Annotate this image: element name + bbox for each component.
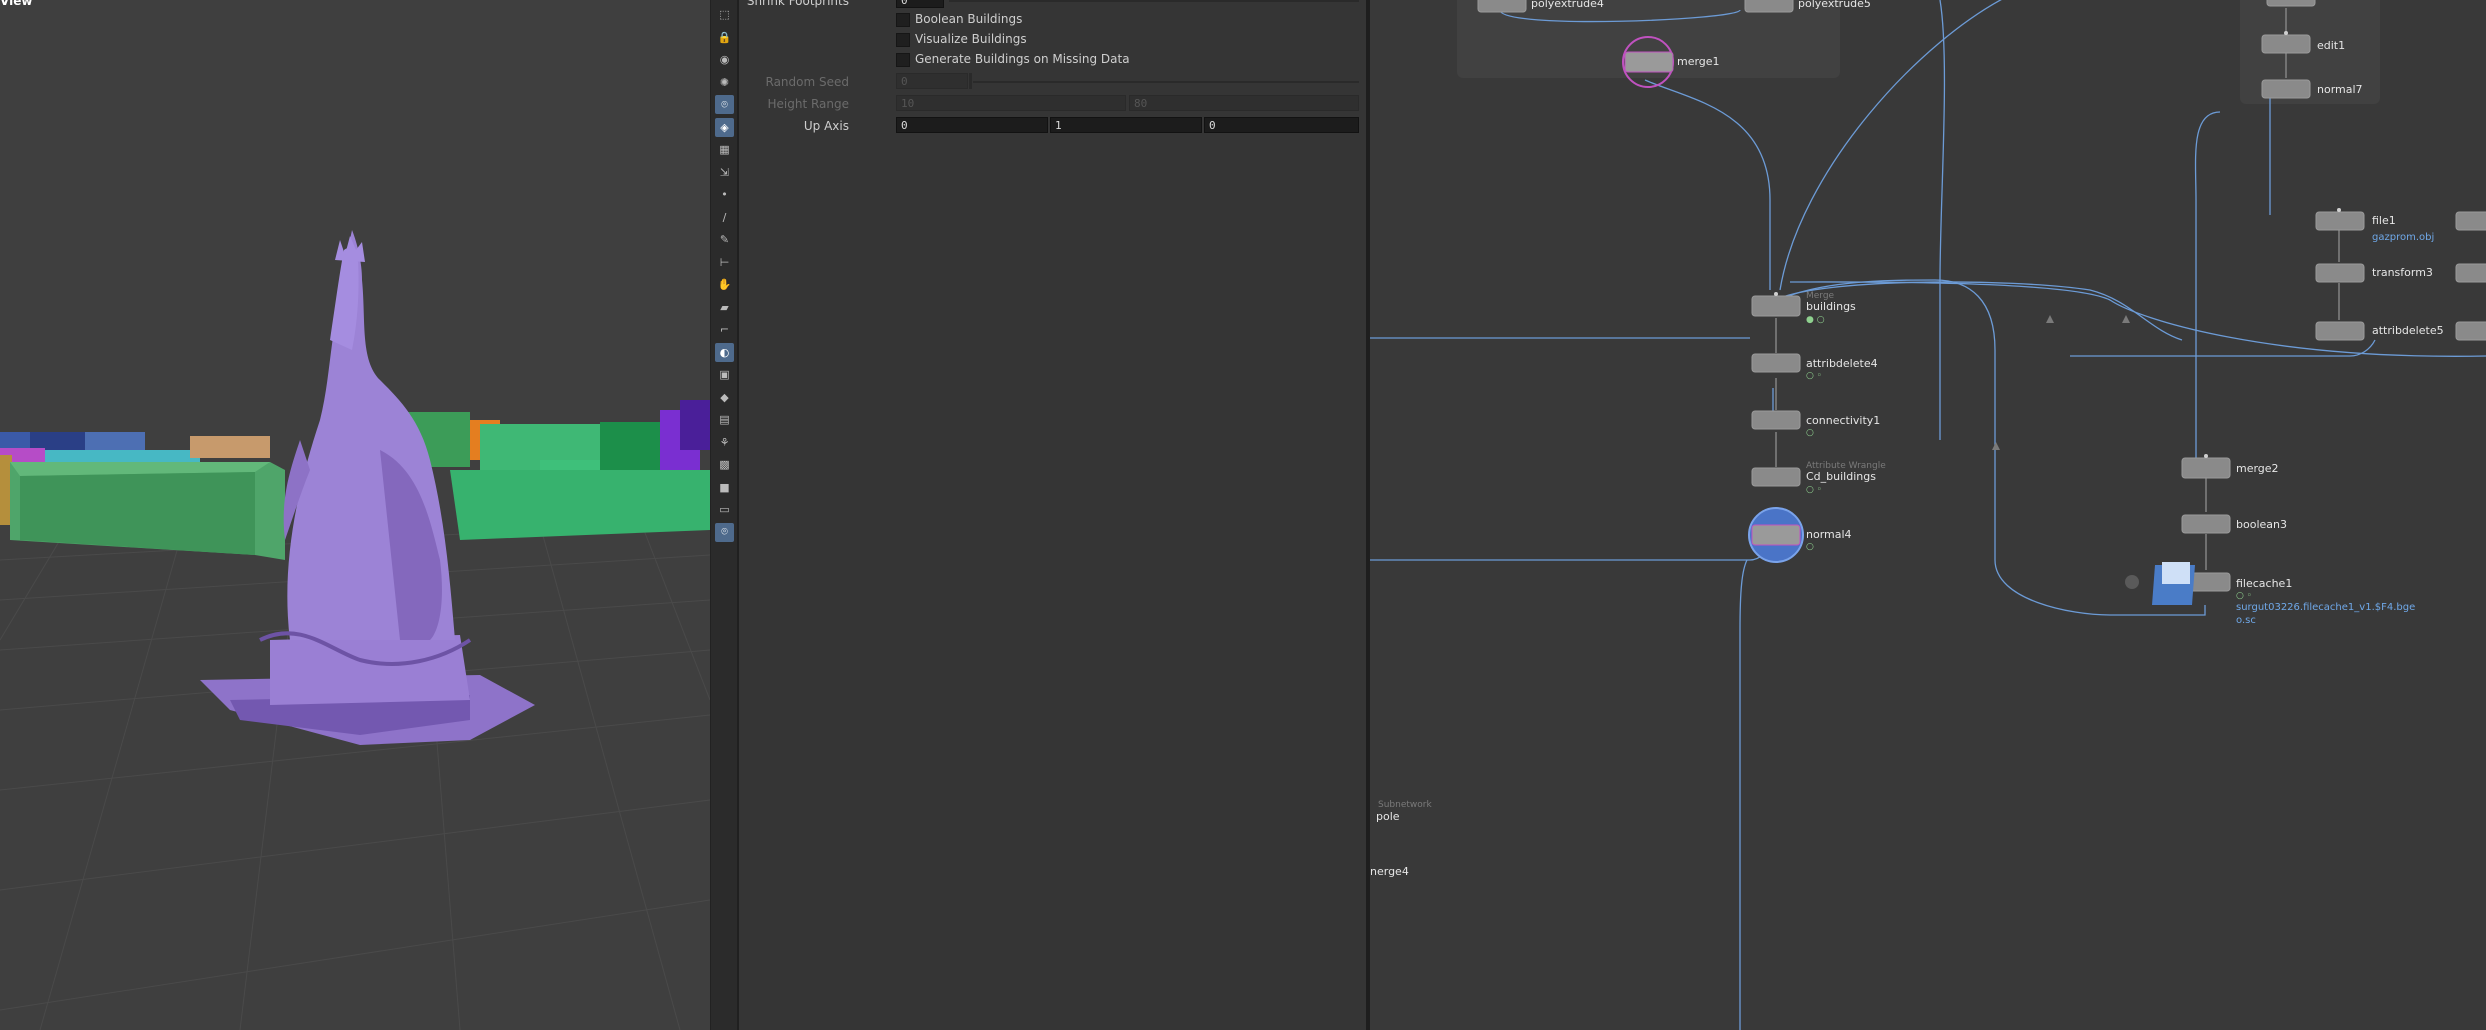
viewport-title: View bbox=[0, 0, 33, 8]
random-seed-row: Random Seed 0 bbox=[739, 73, 1369, 91]
node-filecache1-flags: ○ ◦ bbox=[2236, 591, 2253, 601]
hand-icon[interactable]: ✋ bbox=[715, 275, 734, 294]
select-icon[interactable]: ⬚ bbox=[715, 5, 734, 24]
light-icon[interactable]: ✺ bbox=[715, 73, 734, 92]
node-pole[interactable]: pole bbox=[1376, 810, 1400, 823]
generate-buildings-checkbox[interactable] bbox=[896, 53, 910, 67]
shaded-icon[interactable]: ◆ bbox=[715, 388, 734, 407]
pin-icon[interactable]: ⌾ bbox=[715, 95, 734, 114]
snap-icon[interactable]: ◈ bbox=[715, 117, 734, 137]
pin2-icon[interactable]: ⌾ bbox=[715, 522, 734, 542]
network-editor[interactable]: polyextrude4 polyextrude5 merge1 edit1 n… bbox=[1370, 0, 2486, 1030]
up-axis-row: Up Axis 0 1 0 bbox=[739, 117, 1369, 135]
node-file1[interactable]: file1 bbox=[2372, 214, 2396, 227]
node-edit1[interactable]: edit1 bbox=[2317, 39, 2345, 52]
merge1-node-shape bbox=[1624, 51, 1674, 73]
random-seed-slider[interactable] bbox=[973, 81, 1359, 83]
visualize-buildings-checkbox[interactable] bbox=[896, 33, 910, 47]
visualize-buildings-row: Visualize Buildings bbox=[739, 30, 1369, 48]
viewport-toolbar: ⬚ 🔒 ◉ ✺ ⌾ ◈ ▦ ⇲ • ∕ ✎ ⊢ ✋ ▰ ⌐ ◐ ▣ ◆ ▤ ⚘ ▩ ■ ▭ ⌾ bbox=[710, 0, 739, 1030]
node-merge2[interactable]: merge2 bbox=[2236, 462, 2279, 475]
node-filecache1-path-2: o.sc bbox=[2236, 615, 2256, 626]
height-range-row: Height Range 10 80 bbox=[739, 95, 1369, 113]
random-seed-label: Random Seed bbox=[765, 75, 850, 89]
shrink-footprints-field[interactable]: 0 bbox=[896, 0, 944, 8]
node-normal7[interactable]: normal7 bbox=[2317, 83, 2363, 96]
measure-icon[interactable]: ⊢ bbox=[715, 253, 734, 272]
node-attribdelete4[interactable]: attribdelete4 bbox=[1806, 357, 1878, 370]
ghost-icon[interactable]: ⚘ bbox=[715, 433, 734, 452]
node-merge4[interactable]: nerge4 bbox=[1370, 865, 1409, 878]
node-attribdelete5[interactable]: attribdelete5 bbox=[2372, 324, 2444, 337]
transform-icon[interactable]: ⇲ bbox=[715, 163, 734, 182]
boolean-buildings-label: Boolean Buildings bbox=[915, 12, 1023, 26]
node-merge1[interactable]: merge1 bbox=[1677, 55, 1720, 68]
node-polyextrude4[interactable]: polyextrude4 bbox=[1531, 0, 1604, 10]
filecache1-disk-icon bbox=[2125, 562, 2195, 605]
boolean-buildings-row: Boolean Buildings bbox=[739, 10, 1369, 28]
stop-icon[interactable]: ■ bbox=[715, 478, 734, 497]
node-pole-type: Subnetwork bbox=[1378, 800, 1432, 810]
height-range-label: Height Range bbox=[767, 97, 849, 111]
edge-icon[interactable]: ∕ bbox=[715, 208, 734, 227]
crop-icon[interactable]: ⌐ bbox=[715, 320, 734, 339]
parameter-panel: Shrink Footprints 0 Boolean Buildings Vi… bbox=[737, 0, 1369, 1030]
random-seed-slider-knob[interactable] bbox=[969, 73, 972, 89]
node-buildings[interactable]: buildings bbox=[1806, 300, 1856, 313]
node-connectivity1[interactable]: connectivity1 bbox=[1806, 414, 1880, 427]
visibility-icon[interactable]: ◐ bbox=[715, 342, 734, 362]
up-axis-z-field[interactable]: 0 bbox=[1204, 117, 1359, 133]
height-range-min-field[interactable]: 10 bbox=[896, 95, 1126, 111]
visualize-buildings-label: Visualize Buildings bbox=[915, 32, 1027, 46]
network-graph bbox=[1370, 0, 2486, 1030]
texture-icon[interactable]: ▤ bbox=[715, 410, 734, 429]
boolean-buildings-checkbox[interactable] bbox=[896, 13, 910, 27]
wireframe-icon[interactable]: ▣ bbox=[715, 365, 734, 384]
generate-buildings-row: Generate Buildings on Missing Data bbox=[739, 50, 1369, 68]
brush-icon[interactable]: ✎ bbox=[715, 230, 734, 249]
up-axis-x-field[interactable]: 0 bbox=[896, 117, 1048, 133]
node-normal4-flags: ○ bbox=[1806, 542, 1814, 552]
node-normal4[interactable]: normal4 bbox=[1806, 528, 1852, 541]
shrink-footprints-slider[interactable] bbox=[949, 0, 1359, 2]
node-wires bbox=[1370, 0, 2486, 1030]
up-axis-y-field[interactable]: 1 bbox=[1050, 117, 1202, 133]
point-icon[interactable]: • bbox=[715, 185, 734, 204]
wire-arrows bbox=[1992, 315, 2130, 450]
bg-icon[interactable]: ▩ bbox=[715, 455, 734, 474]
viewport-scene bbox=[0, 0, 710, 1030]
node-file1-path: gazprom.obj bbox=[2372, 232, 2435, 243]
node-cd-buildings[interactable]: Cd_buildings bbox=[1806, 470, 1876, 483]
lock-icon[interactable]: 🔒 bbox=[715, 28, 734, 47]
node-filecache1[interactable]: filecache1 bbox=[2236, 577, 2292, 590]
paint-icon[interactable]: ▰ bbox=[715, 298, 734, 317]
up-axis-label: Up Axis bbox=[803, 119, 849, 133]
node-cd-buildings-flags: ○ ◦ bbox=[1806, 485, 1823, 495]
node-transform3[interactable]: transform3 bbox=[2372, 266, 2433, 279]
node-attribdelete4-flags: ○ ◦ bbox=[1806, 371, 1823, 381]
node-connectivity1-flags: ○ bbox=[1806, 428, 1814, 438]
node-buildings-flags: ● ○ bbox=[1806, 315, 1825, 325]
3d-viewport[interactable]: View bbox=[0, 0, 710, 1030]
generate-buildings-label: Generate Buildings on Missing Data bbox=[915, 52, 1130, 66]
grid-icon[interactable]: ▦ bbox=[715, 140, 734, 159]
node-boolean3[interactable]: boolean3 bbox=[2236, 518, 2287, 531]
camera-icon[interactable]: ◉ bbox=[715, 50, 734, 69]
display-icon[interactable]: ▭ bbox=[715, 500, 734, 519]
height-range-max-field[interactable]: 80 bbox=[1129, 95, 1359, 111]
random-seed-field[interactable]: 0 bbox=[896, 73, 968, 89]
normal4-node-shape bbox=[1751, 524, 1801, 546]
node-filecache1-path: surgut03226.filecache1_v1.$F4.bge bbox=[2236, 602, 2416, 613]
shrink-footprints-label: Shrink Footprints bbox=[746, 0, 849, 8]
shrink-footprints-row: Shrink Footprints 0 bbox=[739, 0, 1369, 10]
node-polyextrude5[interactable]: polyextrude5 bbox=[1798, 0, 1871, 10]
